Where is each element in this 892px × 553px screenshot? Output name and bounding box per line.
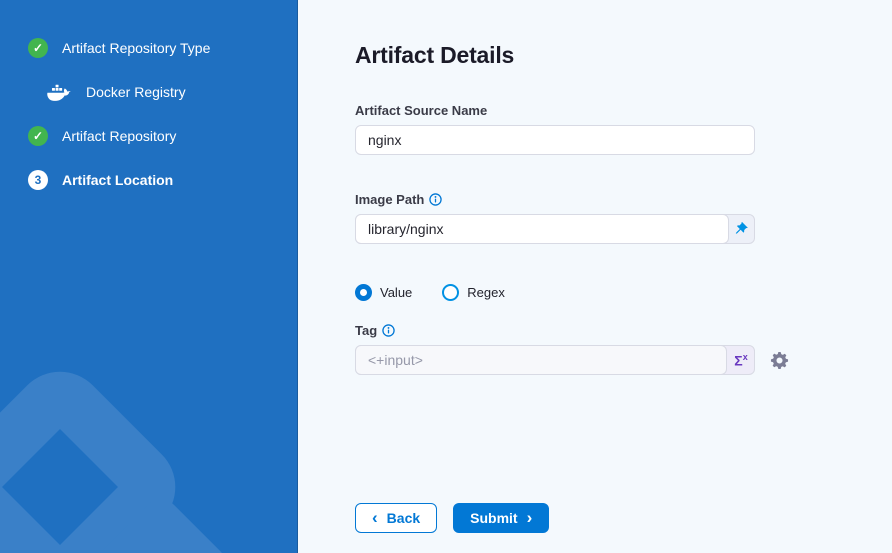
tag-input[interactable]: [355, 345, 727, 375]
info-icon[interactable]: [382, 324, 395, 337]
radio-selected-icon: [355, 284, 372, 301]
wizard-steps: ✓ Artifact Repository Type D: [0, 0, 297, 190]
tag-input-group: Σx: [355, 345, 755, 375]
step-number-badge: 3: [28, 170, 48, 190]
sigma-icon: Σx: [734, 352, 747, 369]
submit-button-label: Submit: [470, 510, 517, 526]
expression-button[interactable]: Σx: [728, 346, 754, 374]
step-artifact-location[interactable]: 3 Artifact Location: [28, 170, 297, 190]
back-button[interactable]: ‹ Back: [355, 503, 437, 533]
pin-button[interactable]: [728, 215, 754, 243]
radio-option-value[interactable]: Value: [355, 284, 412, 301]
radio-unselected-icon: [442, 284, 459, 301]
radio-label: Value: [380, 285, 412, 300]
tag-label-text: Tag: [355, 323, 377, 338]
image-path-input[interactable]: [355, 214, 729, 244]
docker-whale-icon: [46, 83, 72, 102]
pin-icon: [734, 222, 749, 237]
step-docker-registry[interactable]: Docker Registry: [46, 82, 297, 102]
wizard-sidebar: ✓ Artifact Repository Type D: [0, 0, 298, 553]
source-name-label: Artifact Source Name: [355, 103, 815, 118]
wizard-actions: ‹ Back Submit ›: [355, 503, 815, 533]
image-path-input-group: [355, 214, 755, 244]
radio-label: Regex: [467, 285, 505, 300]
radio-option-regex[interactable]: Regex: [442, 284, 505, 301]
tag-label: Tag: [355, 323, 815, 338]
info-icon[interactable]: [429, 193, 442, 206]
image-path-label-text: Image Path: [355, 192, 424, 207]
page-title: Artifact Details: [355, 42, 815, 69]
step-artifact-repository-type[interactable]: ✓ Artifact Repository Type: [28, 38, 297, 58]
tag-type-radio-group: Value Regex: [355, 284, 815, 301]
gear-icon: [770, 351, 789, 370]
step-label: Artifact Repository: [62, 128, 176, 144]
step-label: Docker Registry: [86, 84, 186, 100]
step-artifact-repository[interactable]: ✓ Artifact Repository: [28, 126, 297, 146]
artifact-details-panel: Artifact Details Artifact Source Name Im…: [298, 0, 892, 553]
source-name-input[interactable]: [355, 125, 755, 155]
submit-button[interactable]: Submit ›: [453, 503, 549, 533]
check-icon: ✓: [28, 126, 48, 146]
app-window: ✓ Artifact Repository Type D: [0, 0, 892, 553]
chevron-right-icon: ›: [527, 509, 533, 526]
image-path-label: Image Path: [355, 192, 815, 207]
chevron-left-icon: ‹: [372, 509, 378, 526]
step-label: Artifact Repository Type: [62, 40, 210, 56]
step-label: Artifact Location: [62, 172, 173, 188]
back-button-label: Back: [387, 510, 420, 526]
tag-settings-button[interactable]: [770, 351, 789, 370]
tag-row: Σx: [355, 338, 815, 375]
check-icon: ✓: [28, 38, 48, 58]
